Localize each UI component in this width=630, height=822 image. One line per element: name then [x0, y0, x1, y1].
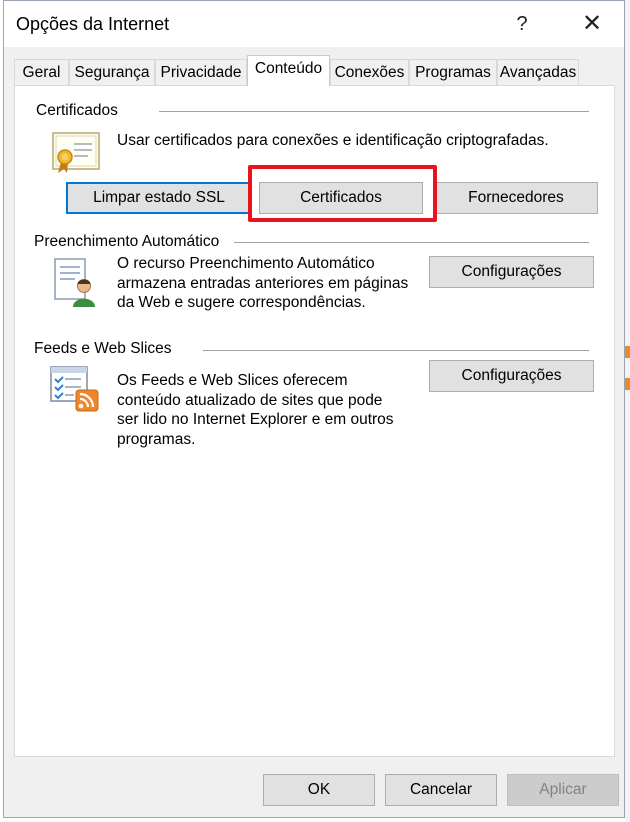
tab-avancadas[interactable]: Avançadas	[497, 59, 579, 85]
rss-feed-icon	[50, 366, 99, 412]
feeds-group-label: Feeds e Web Slices	[34, 340, 172, 358]
autocomplete-user-icon	[54, 258, 95, 307]
certificate-icon	[52, 132, 100, 173]
certificates-group-label: Certificados	[36, 102, 118, 120]
tab-programas[interactable]: Programas	[409, 59, 497, 85]
internet-options-dialog: Opções da Internet ? ✕ Geral Segurança P…	[3, 0, 625, 818]
close-button[interactable]: ✕	[570, 7, 614, 41]
certificates-group-divider	[159, 111, 589, 112]
cancel-button[interactable]: Cancelar	[385, 774, 497, 806]
apply-button[interactable]: Aplicar	[507, 774, 619, 806]
background-accent-mark	[625, 346, 630, 358]
autocomplete-settings-button[interactable]: Configurações	[429, 256, 594, 288]
feeds-settings-button[interactable]: Configurações	[429, 360, 594, 392]
ok-button[interactable]: OK	[263, 774, 375, 806]
autocomplete-group-divider	[234, 242, 589, 243]
help-button[interactable]: ?	[500, 7, 544, 41]
feeds-description: Os Feeds e Web Slices oferecem conteúdo …	[117, 372, 394, 448]
tab-privacidade[interactable]: Privacidade	[155, 59, 247, 85]
publishers-button[interactable]: Fornecedores	[434, 182, 598, 214]
dialog-title: Opções da Internet	[16, 14, 170, 34]
background-window-edge	[625, 0, 630, 822]
certificates-highlight-annotation	[248, 165, 437, 222]
feeds-group-divider	[203, 350, 589, 351]
tab-conteudo[interactable]: Conteúdo	[247, 55, 330, 86]
tab-conexoes[interactable]: Conexões	[330, 59, 409, 85]
autocomplete-group-label: Preenchimento Automático	[34, 233, 220, 251]
certificates-description: Usar certificados para conexões e identi…	[117, 132, 549, 149]
clear-ssl-state-button[interactable]: Limpar estado SSL	[66, 182, 252, 214]
tab-geral[interactable]: Geral	[14, 59, 69, 85]
background-accent-mark	[625, 378, 630, 390]
title-bar: Opções da Internet ? ✕	[4, 1, 624, 47]
autocomplete-description: O recurso Preenchimento Automático armaz…	[117, 255, 409, 311]
tab-seguranca[interactable]: Segurança	[69, 59, 155, 85]
